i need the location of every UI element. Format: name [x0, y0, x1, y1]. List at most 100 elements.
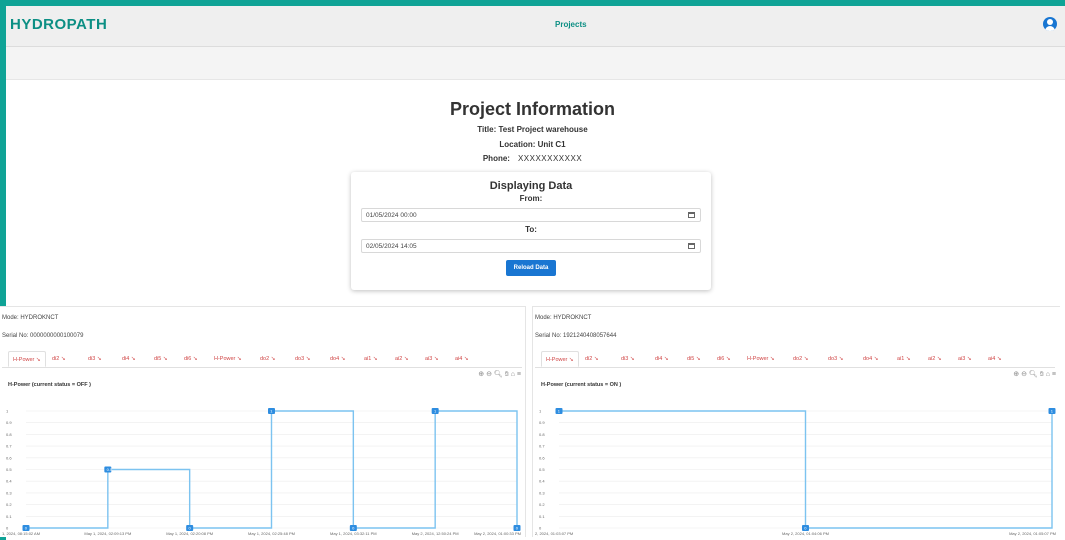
brand-logo[interactable]: HYDROPATH [10, 16, 107, 33]
sensor-tab[interactable]: H-Power ↘ [747, 351, 775, 367]
sensor-tab[interactable]: do3 ↘ [828, 351, 843, 367]
pan-icon[interactable]: ✋︎ [1040, 371, 1044, 378]
y-tick-label: 0 [539, 526, 542, 531]
y-tick-label: 1 [539, 409, 542, 414]
x-tick-label: 2, 2024, 01:03:07 PM [535, 531, 573, 536]
menu-icon[interactable]: ≡ [1052, 371, 1056, 378]
y-tick-label: 0.8 [6, 432, 12, 437]
sensor-tab[interactable]: do4 ↘ [330, 351, 345, 367]
y-tick-label: 0.2 [539, 502, 545, 507]
sensor-tab[interactable]: ai2 ↘ [928, 351, 941, 367]
sensor-tab[interactable]: ai2 ↘ [395, 351, 408, 367]
from-date-value: 01/05/2024 00:00 [366, 212, 417, 219]
y-tick-label: 0.7 [6, 444, 12, 449]
y-tick-label: 0.9 [6, 420, 12, 425]
home-icon[interactable]: ⌂ [511, 371, 515, 378]
calendar-icon[interactable] [688, 243, 695, 249]
y-tick-label: 0.6 [6, 455, 12, 460]
user-icon-head [1047, 19, 1053, 25]
display-data-panel: Displaying Data From: 01/05/2024 00:00 T… [351, 172, 711, 290]
y-tick-label: 1 [6, 409, 9, 414]
zoom-out-icon[interactable]: ⊖ [1021, 371, 1027, 378]
y-tick-label: 0.1 [539, 514, 545, 519]
sensor-tab[interactable]: do2 ↘ [260, 351, 275, 367]
step-chart[interactable]: 10.90.80.70.60.50.40.30.20.1012, 2024, 0… [533, 397, 1060, 537]
sensor-tab[interactable]: di4 ↘ [655, 351, 668, 367]
project-info-heading: Project Information [449, 99, 615, 119]
chart-toolbar: ⊕ ⊖ 🔍︎ ✋︎ ⌂ ≡ [478, 370, 521, 379]
sensor-tab[interactable]: di6 ↘ [184, 351, 197, 367]
x-tick-label: May 1, 2024, 02:20:08 PM [166, 531, 213, 536]
mode-label: Mode: HYDROKNCT [535, 315, 592, 321]
y-tick-label: 0.9 [539, 420, 545, 425]
sensor-tab[interactable]: di2 ↘ [585, 351, 598, 367]
x-tick-label: 1, 2024, 08:15:02 AM [2, 531, 40, 536]
sensor-tabs: H-Power ↘ di2 ↘ di3 ↘ di4 ↘ di5 ↘ di6 ↘ H-Powe… [2, 351, 522, 368]
sensor-tab[interactable]: di5 ↘ [687, 351, 700, 367]
sensor-tab[interactable]: di3 ↘ [621, 351, 634, 367]
sensor-tab[interactable]: H-Power ↘ [8, 351, 46, 367]
x-tick-label: May 1, 2024, 03:32:11 PM [330, 531, 377, 536]
top-navbar: HYDROPATH Projects [6, 6, 1065, 47]
y-tick-label: 0.2 [6, 502, 12, 507]
y-tick-label: 0.8 [539, 432, 545, 437]
from-date-input[interactable]: 01/05/2024 00:00 [361, 208, 701, 222]
sensor-tab[interactable]: ai4 ↘ [988, 351, 1001, 367]
x-tick-label: May 2, 2024, 12:50:24 PM [412, 531, 459, 536]
sensor-tab[interactable]: do3 ↘ [295, 351, 310, 367]
sensor-tab[interactable]: di3 ↘ [88, 351, 101, 367]
to-label: To: [525, 225, 537, 234]
phone-value: XXXXXXXXXXX [517, 154, 583, 163]
sensor-tab[interactable]: H-Power ↘ [214, 351, 242, 367]
from-label: From: [519, 194, 543, 203]
sensor-tab[interactable]: ai4 ↘ [455, 351, 468, 367]
serial-label: Serial No: 0000000000100079 [2, 333, 84, 339]
sensor-tab[interactable]: di4 ↘ [122, 351, 135, 367]
device-chart-card: Mode: HYDROKNCT Serial No: 1921240408057… [532, 306, 1060, 537]
serial-label: Serial No: 1921240408057644 [535, 333, 617, 339]
step-chart[interactable]: 10.90.80.70.60.50.40.30.20.10 01, 2024, 0… [0, 397, 525, 537]
y-tick-label: 0.3 [539, 490, 545, 495]
y-tick-label: 0 [6, 526, 9, 531]
zoom-in-icon[interactable]: ⊕ [1013, 371, 1019, 378]
calendar-icon[interactable] [688, 212, 695, 218]
chart-title: H-Power (current status = ON ) [541, 382, 622, 388]
sensor-tab[interactable]: ai3 ↘ [425, 351, 438, 367]
sensor-tab[interactable]: ai1 ↘ [364, 351, 377, 367]
project-location-line: Location: Unit C1 [499, 140, 566, 149]
magnifier-icon[interactable]: 🔍︎ [494, 371, 503, 378]
sensor-tab[interactable]: di5 ↘ [154, 351, 167, 367]
phone-label: Phone: [482, 154, 510, 163]
device-chart-card: Mode: HYDROKNCT Serial No: 0000000000100… [0, 306, 526, 537]
reload-data-button[interactable]: Reload Data [506, 260, 556, 276]
nav-projects-link[interactable]: Projects [555, 20, 587, 29]
project-title-line: Title: Test Project warehouse [477, 125, 588, 134]
sensor-tab[interactable]: do4 ↘ [863, 351, 878, 367]
user-circle-icon[interactable] [1043, 17, 1057, 31]
x-tick-label: May 2, 2024, 01:05:07 PM [1009, 531, 1056, 536]
x-tick-label: May 1, 2024, 02:25:48 PM [248, 531, 295, 536]
x-tick-label: May 2, 2024, 01:00:33 PM [474, 531, 521, 536]
zoom-out-icon[interactable]: ⊖ [486, 371, 492, 378]
panel-title: Displaying Data [489, 180, 573, 192]
sensor-tabs: H-Power ↘ di2 ↘ di3 ↘ di4 ↘ di5 ↘ di6 ↘ H-Powe… [535, 351, 1055, 368]
y-tick-label: 0.5 [539, 467, 545, 472]
pan-icon[interactable]: ✋︎ [505, 371, 509, 378]
x-tick-label: May 2, 2024, 01:04:06 PM [782, 531, 829, 536]
sensor-tab[interactable]: do2 ↘ [793, 351, 808, 367]
sensor-tab[interactable]: H-Power ↘ [541, 351, 579, 367]
sub-toolbar [6, 47, 1065, 80]
zoom-in-icon[interactable]: ⊕ [478, 371, 484, 378]
magnifier-icon[interactable]: 🔍︎ [1029, 371, 1038, 378]
to-date-input[interactable]: 02/05/2024 14:05 [361, 239, 701, 253]
chart-toolbar: ⊕ ⊖ 🔍︎ ✋︎ ⌂ ≡ [1013, 370, 1056, 379]
menu-icon[interactable]: ≡ [517, 371, 521, 378]
sensor-tab[interactable]: ai3 ↘ [958, 351, 971, 367]
home-icon[interactable]: ⌂ [1046, 371, 1050, 378]
sensor-tab[interactable]: di6 ↘ [717, 351, 730, 367]
sensor-tab[interactable]: di2 ↘ [52, 351, 65, 367]
sensor-tab[interactable]: ai1 ↘ [897, 351, 910, 367]
data-point-label: 0.5 [107, 467, 113, 472]
project-phone-line: Phone: XXXXXXXXXXX [0, 154, 1065, 163]
y-tick-label: 0.6 [539, 455, 545, 460]
